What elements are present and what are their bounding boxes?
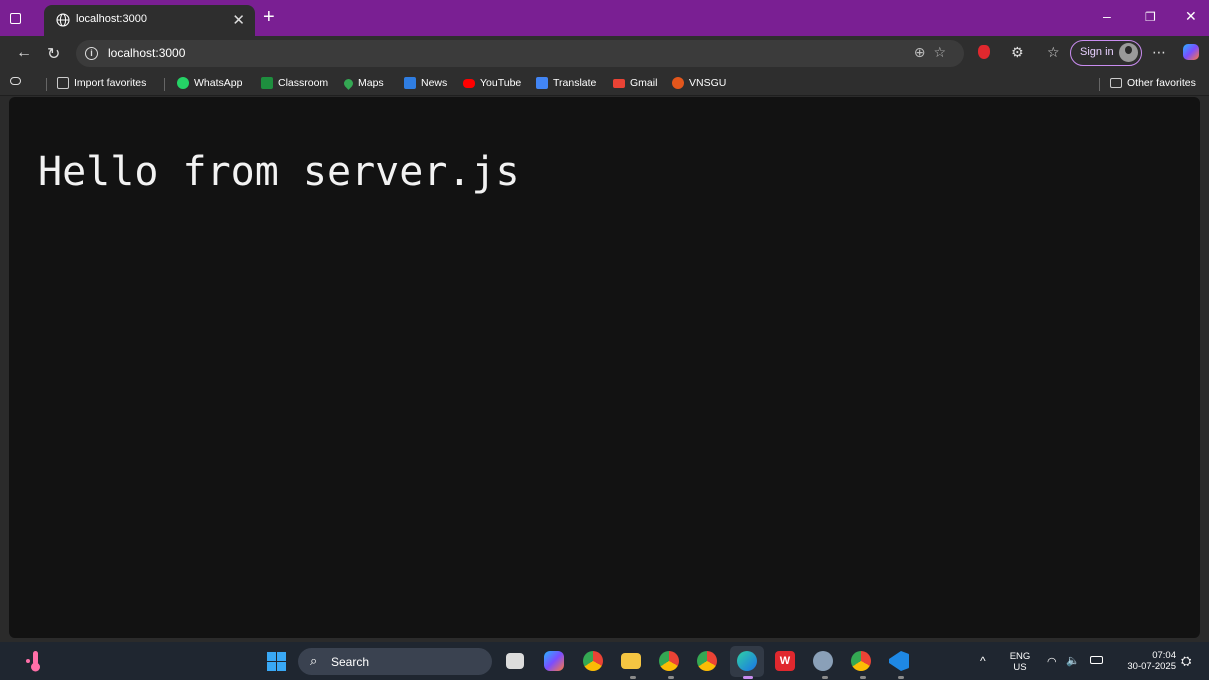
gmail-icon [613, 78, 625, 88]
sign-in-label: Sign in [1080, 46, 1114, 58]
fav-label: Maps [358, 77, 384, 89]
favorites-bar: Import favorites WhatsApp Classroom Maps… [0, 72, 1209, 96]
wifi-icon[interactable]: ◠ [1047, 655, 1057, 668]
clock[interactable]: 07:04 30-07-2025 [1114, 650, 1176, 672]
close-window-icon[interactable]: ✕ [1185, 8, 1197, 25]
fav-translate[interactable]: Translate [536, 77, 596, 89]
notifications-icon[interactable]: ⛭ [1181, 653, 1191, 669]
sign-in-button[interactable]: Sign in [1070, 40, 1142, 66]
minimize-icon[interactable]: – [1103, 8, 1111, 24]
youtube-icon [463, 78, 475, 88]
running-indicator [630, 676, 636, 679]
fav-news[interactable]: News [404, 77, 447, 89]
task-view-icon[interactable] [506, 653, 524, 669]
copilot-taskbar-icon[interactable] [544, 651, 564, 671]
fav-label: YouTube [480, 77, 522, 89]
wps-icon[interactable]: W [775, 651, 795, 671]
maps-icon [342, 76, 355, 90]
fav-label: Other favorites [1127, 77, 1196, 89]
running-indicator [898, 676, 904, 679]
fav-label: News [421, 77, 448, 89]
language-code: ENG [1009, 651, 1031, 662]
avatar [1119, 43, 1138, 62]
workspaces-icon[interactable] [10, 13, 21, 24]
settings-icon[interactable] [813, 651, 833, 671]
folder-icon [1110, 78, 1122, 88]
search-icon: ⌕ [310, 653, 318, 668]
page-heading: Hello from server.js [38, 149, 520, 195]
fav-maps[interactable]: Maps [342, 76, 384, 90]
tab-title: localhost:3000 [76, 13, 147, 25]
classroom-icon [261, 77, 273, 89]
battery-icon[interactable] [1090, 656, 1103, 664]
fav-import-favorites[interactable]: Import favorites [57, 77, 146, 89]
start-icon[interactable] [267, 652, 286, 671]
show-hidden-icons-icon[interactable]: ^ [980, 654, 986, 668]
language-indicator[interactable]: ENG US [1006, 651, 1034, 673]
browser-window: localhost:3000 ✕ + – ❐ ✕ ← ↻ i localhost… [0, 0, 1209, 680]
fav-other-favorites[interactable]: Other favorites [1110, 77, 1196, 89]
chrome-profile-2-icon[interactable] [697, 651, 717, 671]
running-indicator [860, 676, 866, 679]
chrome-profile-icon[interactable] [659, 651, 679, 671]
news-icon [404, 77, 416, 89]
restore-icon[interactable]: ❐ [1145, 10, 1156, 24]
extension-icon[interactable] [978, 45, 990, 59]
fav-label: WhatsApp [194, 77, 243, 89]
running-indicator [822, 676, 828, 679]
file-explorer-icon[interactable] [621, 653, 641, 669]
close-tab-icon[interactable]: ✕ [232, 11, 245, 29]
refresh-icon[interactable]: ↻ [47, 44, 60, 64]
new-tab-icon[interactable]: + [263, 6, 275, 29]
vnsgu-icon [672, 77, 684, 89]
fav-whatsapp[interactable]: WhatsApp [177, 77, 242, 89]
favorites-icon[interactable]: ☆ [1047, 44, 1060, 61]
fav-label: Translate [553, 77, 597, 89]
tab-actions-icon[interactable] [10, 77, 21, 85]
region-code: US [1013, 662, 1027, 673]
tab-bar: localhost:3000 ✕ + – ❐ ✕ [0, 0, 1209, 36]
translate-icon [536, 77, 548, 89]
edge-icon[interactable] [737, 651, 757, 671]
chrome-profile-3-icon[interactable] [851, 651, 871, 671]
extensions-icon[interactable]: ⚙ [1011, 44, 1024, 61]
fav-gmail[interactable]: Gmail [613, 77, 657, 89]
zoom-favorite-icons[interactable]: ⊕☆ [914, 44, 954, 61]
whatsapp-icon [177, 77, 189, 89]
weather-widget-icon[interactable] [24, 649, 46, 673]
fav-vnsgu[interactable]: VNSGU [672, 77, 726, 89]
fav-youtube[interactable]: YouTube [463, 77, 521, 89]
fav-label: Import favorites [74, 77, 147, 89]
copilot-icon[interactable] [1183, 44, 1199, 60]
fav-label: VNSGU [689, 77, 727, 89]
fav-classroom[interactable]: Classroom [261, 77, 328, 89]
fav-label: Classroom [278, 77, 329, 89]
chrome-icon[interactable] [583, 651, 603, 671]
page-content: Hello from server.js [9, 97, 1200, 638]
address-bar[interactable]: i localhost:3000 ⊕☆ [76, 40, 964, 67]
site-info-icon[interactable]: i [85, 47, 98, 60]
search-label: Search [331, 655, 370, 669]
vscode-icon[interactable] [889, 651, 909, 671]
more-icon[interactable]: ⋯ [1152, 44, 1166, 61]
favorites-divider [46, 78, 47, 91]
running-indicator [668, 676, 674, 679]
active-indicator [743, 676, 753, 679]
fav-label: Gmail [630, 77, 658, 89]
clock-time: 07:04 [1152, 650, 1176, 661]
volume-icon[interactable]: 🔈 [1066, 654, 1080, 667]
url-text[interactable]: localhost:3000 [108, 46, 185, 60]
globe-icon [56, 13, 70, 27]
taskbar-search[interactable]: ⌕ Search [298, 648, 492, 675]
favorites-divider [164, 78, 165, 91]
import-icon [57, 77, 69, 89]
clock-date: 30-07-2025 [1127, 661, 1176, 672]
tab-localhost[interactable]: localhost:3000 ✕ [44, 5, 255, 36]
favorites-divider [1099, 78, 1100, 91]
taskbar: ⌕ Search W ^ ENG US ◠ 🔈 07:04 30-07-2025 [0, 642, 1209, 680]
back-icon[interactable]: ← [16, 44, 32, 62]
address-row: ← ↻ i localhost:3000 ⊕☆ [0, 36, 1209, 72]
